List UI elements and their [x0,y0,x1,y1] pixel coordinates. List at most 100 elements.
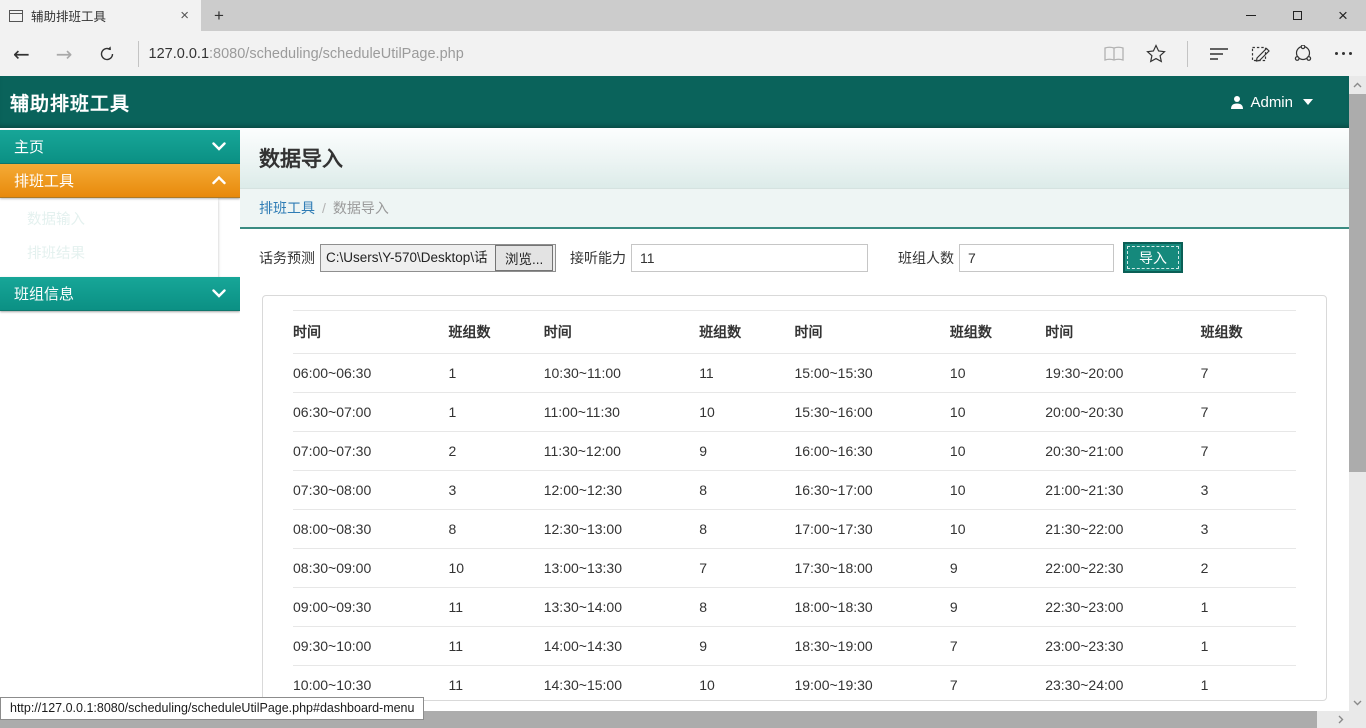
breadcrumb-parent-link[interactable]: 排班工具 [259,198,315,218]
tab-bar: 辅助排班工具 × + × [0,0,1366,31]
main-content: 数据导入 排班工具 / 数据导入 话务预测 C:\Users\Y-570\Des… [240,128,1349,711]
team-count-cell: 7 [699,548,795,588]
time-cell: 18:30~19:00 [794,626,950,666]
url-field[interactable]: 127.0.0.1:8080/scheduling/scheduleUtilPa… [149,46,464,62]
team-size-input[interactable] [959,243,1114,272]
schedule-table-body: 06:00~06:30 1 10:30~11:00 11 15:00~15:30 10 19… [293,353,1296,700]
new-tab-button[interactable]: + [201,0,237,31]
chevron-down-icon [212,289,226,298]
minimize-button[interactable] [1228,0,1274,31]
time-cell: 14:30~15:00 [543,665,700,700]
time-cell: 19:00~19:30 [794,665,950,700]
import-button[interactable]: 导入 [1123,242,1183,273]
user-menu[interactable]: Admin [1230,94,1313,111]
team-count-cell: 9 [699,431,795,471]
sidebar-item-schedule-tools[interactable]: 排班工具 [0,164,240,198]
time-cell: 23:30~24:00 [1045,665,1201,700]
browse-button[interactable]: 浏览... [495,244,554,271]
time-cell: 07:00~07:30 [293,431,449,471]
app-title: 辅助排班工具 [10,93,131,115]
chevron-down-icon [212,142,226,151]
col-header-time: 时间 [794,310,950,354]
file-label: 话务预测 [259,249,315,266]
table-row: 08:00~08:30 8 12:30~13:00 8 17:00~17:30 10 21:… [293,509,1296,549]
file-input[interactable]: C:\Users\Y-570\Desktop\话 浏览... [320,243,556,272]
time-cell: 21:30~22:00 [1045,509,1201,549]
hub-button[interactable] [1198,47,1240,61]
time-cell: 16:00~16:30 [794,431,950,471]
team-count-cell: 10 [699,392,795,432]
star-icon [1146,44,1166,63]
sidebar-item-data-input[interactable]: 数据输入 [0,203,218,237]
team-count-cell: 10 [699,665,795,700]
chevron-down-icon [1353,700,1362,705]
team-count-cell: 3 [448,470,544,510]
back-button[interactable]: ← [0,42,43,66]
restore-button[interactable] [1274,0,1320,31]
share-button[interactable] [1282,44,1324,63]
scroll-right-button[interactable] [1332,711,1349,728]
team-count-cell: 10 [949,392,1046,432]
breadcrumb: 排班工具 / 数据导入 [240,188,1349,229]
schedule-table-card: 时间 班组数 时间 班组数 时间 班组数 时间 班组数 06:00~06:30 1 10:30~1… [262,295,1327,701]
capacity-label: 接听能力 [570,249,626,266]
divider [137,40,139,67]
browser-window: 辅助排班工具 × + × ← → 127.0.0.1:8080/scheduli… [0,0,1366,728]
share-icon [1294,44,1312,61]
team-count-cell: 1 [1200,626,1296,666]
time-cell: 13:00~13:30 [543,548,700,588]
team-count-cell: 1 [448,392,544,432]
time-cell: 08:00~08:30 [293,509,449,549]
refresh-icon [100,45,113,60]
time-cell: 16:30~17:00 [794,470,950,510]
team-count-cell: 1 [1200,587,1296,627]
more-actions-button[interactable] [1324,52,1366,55]
team-count-cell: 1 [1200,665,1296,700]
capacity-input[interactable] [631,243,868,272]
scroll-down-button[interactable] [1349,694,1366,711]
team-count-cell: 7 [1200,392,1296,432]
col-header-team-count: 班组数 [448,310,544,354]
web-note-button[interactable] [1240,44,1282,64]
time-cell: 06:00~06:30 [293,353,449,393]
team-count-cell: 11 [448,626,544,666]
favorites-button[interactable] [1135,44,1177,63]
chevron-up-icon [1353,82,1362,87]
sidebar-item-home[interactable]: 主页 [0,130,240,164]
time-cell: 06:30~07:00 [293,392,449,432]
sidebar-item-team-info[interactable]: 班组信息 [0,277,240,311]
vertical-scrollbar[interactable] [1349,76,1366,711]
col-header-time: 时间 [1045,310,1201,354]
breadcrumb-current: 数据导入 [332,200,389,216]
time-cell: 21:00~21:30 [1045,470,1201,510]
tab-title: 辅助排班工具 [31,10,107,24]
time-cell: 15:00~15:30 [794,353,950,393]
tab-close-icon[interactable]: × [177,7,192,24]
time-cell: 14:00~14:30 [543,626,700,666]
team-count-cell: 11 [448,587,544,627]
scroll-up-button[interactable] [1349,76,1366,93]
table-header-row: 时间 班组数 时间 班组数 时间 班组数 时间 班组数 [293,310,1296,354]
hub-icon [1210,47,1228,60]
close-button[interactable]: × [1320,0,1366,31]
team-count-cell: 1 [448,353,544,393]
forward-button[interactable]: → [43,42,86,66]
team-count-cell: 7 [1200,431,1296,471]
page-favicon-icon [9,9,23,22]
browser-tab[interactable]: 辅助排班工具 × [0,0,201,31]
team-count-cell: 10 [949,509,1046,549]
team-count-cell: 10 [949,470,1046,510]
col-header-team-count: 班组数 [1200,310,1296,354]
file-path-value: C:\Users\Y-570\Desktop\话 [326,249,488,265]
time-cell: 22:00~22:30 [1045,548,1201,588]
team-count-cell: 8 [699,509,795,549]
col-header-team-count: 班组数 [699,310,795,354]
vertical-scroll-thumb[interactable] [1349,94,1366,472]
team-size-label: 班组人数 [898,249,954,266]
reading-view-button[interactable] [1093,46,1135,62]
time-cell: 22:30~23:00 [1045,587,1201,627]
refresh-button[interactable] [86,45,128,63]
sidebar-item-schedule-result[interactable]: 排班结果 [0,237,218,271]
time-cell: 17:00~17:30 [794,509,950,549]
user-name: Admin [1250,93,1293,111]
